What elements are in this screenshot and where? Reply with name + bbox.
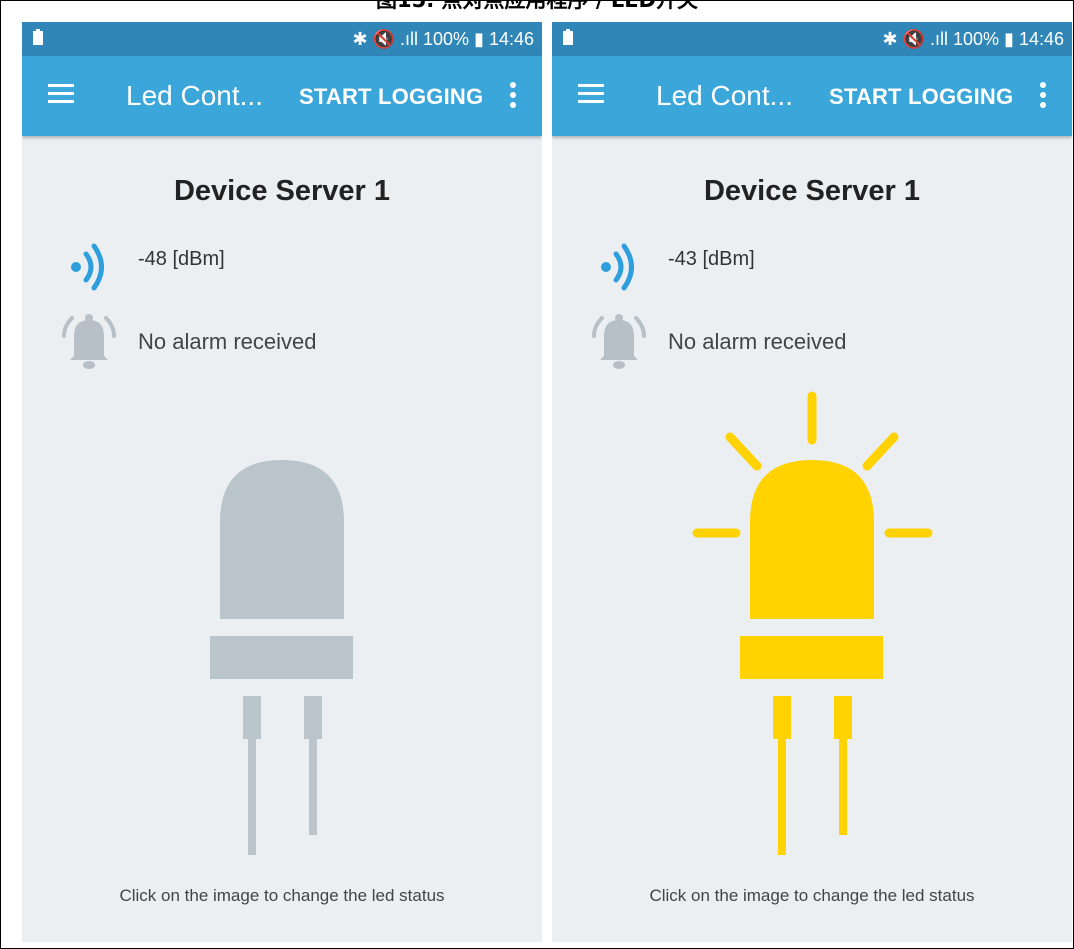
signal-icon [601, 243, 634, 291]
phone-screen-left: ✱ 🔇 .ıll 100% ▮ 14:46 Led Cont... START … [22, 22, 542, 942]
hamburger-icon[interactable] [48, 83, 74, 105]
app-bar: Led Cont... START LOGGING [22, 56, 542, 136]
overflow-icon[interactable] [510, 82, 516, 108]
hamburger-icon[interactable] [578, 83, 604, 105]
bell-icon [62, 314, 116, 369]
device-title: Device Server 1 [173, 175, 391, 207]
app-title: Led Cont... [656, 80, 793, 111]
start-logging-button[interactable]: START LOGGING [299, 84, 483, 110]
hint-text: Click on the image to change the led sta… [119, 886, 445, 905]
app-bar: Led Cont... START LOGGING [552, 56, 1072, 136]
signal-icon [71, 243, 104, 291]
battery-icon [33, 29, 43, 45]
hint-text: Click on the image to change the led sta… [649, 886, 975, 905]
app-title: Led Cont... [126, 80, 263, 111]
status-bar: ✱ 🔇 .ıll 100% ▮ 14:46 [22, 22, 542, 56]
led-off-image[interactable] [22, 382, 542, 862]
status-indicators: ✱ 🔇 .ıll 100% ▮ 14:46 [882, 29, 1065, 49]
overflow-icon[interactable] [1040, 82, 1046, 108]
rssi-value: -48 [dBm] [138, 248, 225, 270]
bell-icon [592, 314, 646, 369]
figure-caption: 图15. 点对点应用程序 / LED开关 [376, 0, 698, 12]
status-bar: ✱ 🔇 .ıll 100% ▮ 14:46 [552, 22, 1072, 56]
rssi-value: -43 [dBm] [668, 248, 755, 270]
battery-icon [563, 29, 573, 45]
device-title: Device Server 1 [703, 175, 921, 207]
alarm-status: No alarm received [138, 329, 317, 354]
alarm-status: No alarm received [668, 329, 847, 354]
status-indicators: ✱ 🔇 .ıll 100% ▮ 14:46 [352, 29, 535, 49]
phone-screen-right: ✱ 🔇 .ıll 100% ▮ 14:46 Led Cont... START … [552, 22, 1072, 942]
led-on-image[interactable] [552, 382, 1072, 862]
start-logging-button[interactable]: START LOGGING [829, 84, 1013, 110]
